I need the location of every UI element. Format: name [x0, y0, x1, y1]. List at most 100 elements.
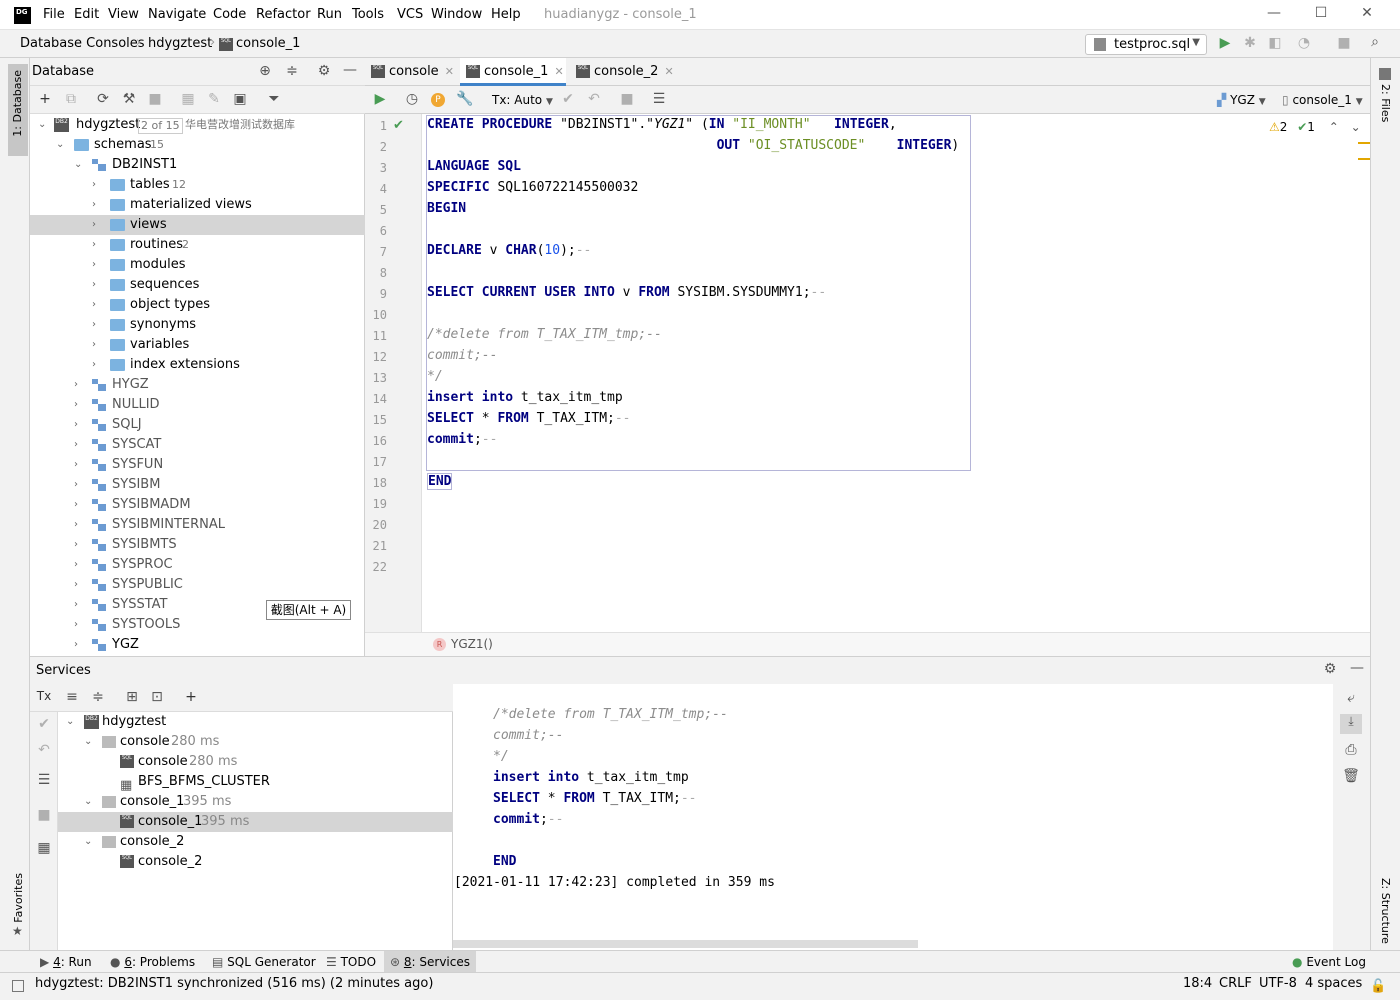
coverage-icon[interactable]: ◧	[1266, 35, 1284, 51]
chevron-up-icon[interactable]: ⌃	[1329, 120, 1339, 134]
maximize-icon[interactable]: ☐	[1311, 5, 1331, 25]
group-icon[interactable]: ⊞	[123, 689, 141, 705]
chevron-down-icon[interactable]: ⌄	[1351, 120, 1361, 134]
service-item-hdygztest[interactable]: ⌄ DB2 hdygztest	[58, 712, 453, 732]
execute-icon[interactable]: ▶	[371, 91, 389, 107]
tree-item-materialized-views[interactable]: › materialized views	[30, 195, 365, 215]
menu-edit[interactable]: Edit	[74, 7, 99, 22]
menu-file[interactable]: File	[43, 7, 65, 22]
breadcrumb-hdygztest[interactable]: hdygztest	[148, 36, 212, 51]
tree-item-views[interactable]: › views	[30, 215, 365, 235]
stop-icon[interactable]: ■	[146, 91, 164, 107]
history-icon[interactable]: ◷	[403, 91, 421, 107]
tree-item-schema-ygz[interactable]: › YGZ	[30, 635, 365, 655]
minimize-icon[interactable]: —	[1264, 5, 1284, 25]
properties-icon[interactable]: ⚒	[120, 91, 138, 107]
service-item-console[interactable]: ⌄ console 280 ms	[58, 732, 453, 752]
menu-vcs[interactable]: VCS	[397, 7, 423, 22]
tab-console[interactable]: SQL console ✕	[365, 58, 458, 86]
database-tool-tab[interactable]: 1: Database	[8, 64, 28, 156]
menu-code[interactable]: Code	[213, 7, 246, 22]
tree-item-modules[interactable]: › modules	[30, 255, 365, 275]
search-icon[interactable]: ⌕	[1366, 34, 1384, 50]
close-icon[interactable]: ✕	[554, 65, 563, 78]
menu-tools[interactable]: Tools	[352, 7, 384, 22]
breadcrumb-database-consoles[interactable]: Database Consoles	[20, 36, 145, 51]
service-item-console-2-child[interactable]: SQL console_2	[58, 852, 453, 872]
debug-icon[interactable]: ✱	[1241, 35, 1259, 51]
add-icon[interactable]: +	[182, 689, 200, 705]
stop-icon[interactable]: ■	[1335, 35, 1353, 51]
commit-icon[interactable]: ✔	[559, 91, 577, 107]
rollback-icon[interactable]: ↶	[35, 742, 53, 758]
service-item-console-1[interactable]: ⌄ console_1 395 ms	[58, 792, 453, 812]
menu-help[interactable]: Help	[491, 7, 521, 22]
commit-icon[interactable]: ✔	[35, 716, 53, 732]
tree-item-schema[interactable]: › HYGZ	[30, 375, 365, 395]
menu-view[interactable]: View	[108, 7, 139, 22]
print-icon[interactable]: ⎙	[1342, 742, 1360, 758]
lock-icon[interactable]: 🔓	[1370, 979, 1386, 994]
wrench-icon[interactable]: 🔧	[456, 91, 474, 107]
hide-icon[interactable]: —	[1348, 660, 1366, 676]
horizontal-scrollbar[interactable]	[453, 940, 918, 948]
copy-icon[interactable]: ⧉	[62, 91, 80, 107]
menu-run[interactable]: Run	[317, 7, 342, 22]
new-tab-icon[interactable]: ⊡	[148, 689, 166, 705]
parameters-icon[interactable]: P	[431, 93, 445, 107]
tree-item-routines[interactable]: › routines 2	[30, 235, 365, 255]
menu-refactor[interactable]: Refactor	[256, 7, 311, 22]
close-icon[interactable]: ✕	[664, 65, 673, 78]
tree-item-schema[interactable]: › SYSCAT	[30, 435, 365, 455]
tree-item-schemas[interactable]: ⌄ schemas 15	[30, 135, 365, 155]
tree-item-index-extensions[interactable]: › index extensions	[30, 355, 365, 375]
tab-console-1[interactable]: SQL console_1 ✕	[460, 58, 566, 86]
structure-tab[interactable]: Z: Structure	[1379, 878, 1392, 944]
favorites-tab[interactable]: Favorites	[12, 873, 25, 923]
stop-icon[interactable]: ■	[35, 807, 53, 823]
session-select[interactable]: ▯ console_1 ▼	[1282, 93, 1363, 107]
tree-item-hdygztest[interactable]: ⌄ DB2 hdygztest 2 of 15 华电营改增测试数据库	[30, 115, 365, 135]
profile-icon[interactable]: ◔	[1295, 35, 1313, 51]
menu-window[interactable]: Window	[431, 7, 482, 22]
tree-item-schema[interactable]: › SYSPROC	[30, 555, 365, 575]
file-encoding[interactable]: UTF-8	[1259, 976, 1297, 991]
tree-item-schema[interactable]: › SYSIBM	[30, 475, 365, 495]
tx-icon[interactable]: Tx	[35, 689, 53, 703]
gear-icon[interactable]: ⚙	[1321, 661, 1339, 677]
add-icon[interactable]: +	[36, 91, 54, 107]
tab-console-2[interactable]: SQL console_2 ✕	[570, 58, 675, 86]
run-icon[interactable]: ▶	[1216, 35, 1234, 51]
table-icon[interactable]: ▦	[179, 91, 197, 107]
rollback-icon[interactable]: ↶	[585, 91, 603, 107]
gear-icon[interactable]: ⚙	[315, 63, 333, 79]
run-tab[interactable]: ▶ 4: Run	[34, 951, 98, 973]
line-separator[interactable]: CRLF	[1219, 976, 1252, 991]
tree-item-synonyms[interactable]: › synonyms	[30, 315, 365, 335]
tree-item-tables[interactable]: › tables 12	[30, 175, 365, 195]
scroll-to-end-icon[interactable]: ⤓	[1340, 714, 1362, 734]
services-output[interactable]: /*delete from T_TAX_ITM_tmp;-- commit;--…	[453, 684, 1370, 951]
service-item-console-child[interactable]: SQL console 280 ms	[58, 752, 453, 772]
soft-wrap-icon[interactable]: ⤶	[1342, 690, 1360, 706]
collapse-all-icon[interactable]: ≑	[283, 63, 301, 79]
tree-item-schema[interactable]: › NULLID	[30, 395, 365, 415]
todo-tab[interactable]: ☰ TODO	[320, 951, 382, 973]
tree-item-object-types[interactable]: › object types	[30, 295, 365, 315]
table-view-icon[interactable]: ☰	[650, 91, 668, 107]
event-log-tab[interactable]: ● Event Log	[1286, 951, 1372, 973]
tree-item-schema[interactable]: › SYSIBMTS	[30, 535, 365, 555]
indent-setting[interactable]: 4 spaces	[1305, 976, 1362, 991]
expand-all-icon[interactable]: ≡	[63, 689, 81, 705]
collapse-all-icon[interactable]: ≑	[89, 689, 107, 705]
tree-item-schema[interactable]: › SYSIBMADM	[30, 495, 365, 515]
files-tab[interactable]: 2: Files	[1379, 84, 1392, 122]
tree-item-sequences[interactable]: › sequences	[30, 275, 365, 295]
schema-select[interactable]: ▞ YGZ ▼	[1217, 93, 1266, 107]
service-item-console-1-child[interactable]: SQL console_1 395 ms	[58, 812, 453, 832]
locate-icon[interactable]: ⊕	[256, 63, 274, 79]
tree-item-schema[interactable]: › SYSIBMINTERNAL	[30, 515, 365, 535]
trash-icon[interactable]: 🗑	[1342, 768, 1360, 784]
menu-navigate[interactable]: Navigate	[148, 7, 206, 22]
close-icon[interactable]: ✕	[445, 65, 454, 78]
